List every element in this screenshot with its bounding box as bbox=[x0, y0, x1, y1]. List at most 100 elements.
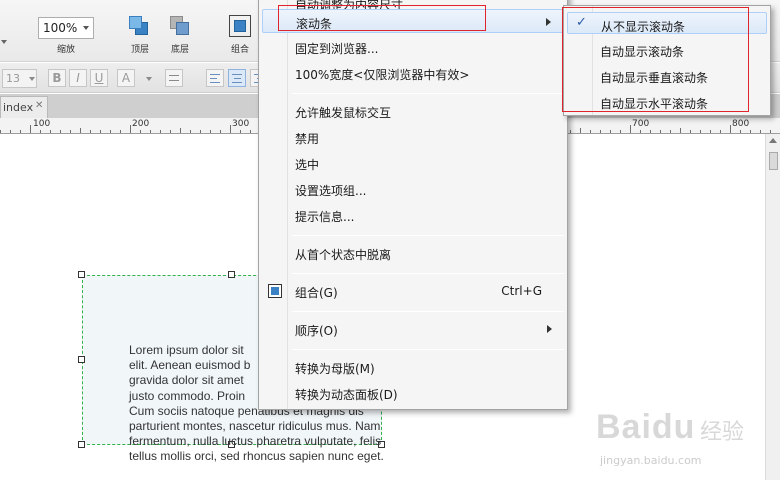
ruler-label: 200 bbox=[132, 119, 150, 129]
menu-item-option-group[interactable]: 设置选项组... bbox=[262, 177, 564, 201]
ruler-tick bbox=[20, 130, 21, 133]
ruler-tick bbox=[30, 125, 31, 133]
ruler-tick bbox=[690, 130, 691, 133]
menu-item-order[interactable]: 顺序(O) bbox=[262, 317, 564, 341]
font-size-value: 13 bbox=[6, 72, 20, 85]
close-icon[interactable]: ✕ bbox=[35, 100, 43, 111]
ruler-tick bbox=[710, 130, 711, 133]
ruler-tick bbox=[770, 130, 771, 133]
resize-handle[interactable] bbox=[78, 441, 85, 448]
resize-handle[interactable] bbox=[78, 356, 85, 363]
layer-front-square bbox=[176, 22, 189, 35]
bring-to-front-label: 顶层 bbox=[130, 45, 149, 55]
align-left-button[interactable] bbox=[206, 69, 224, 87]
context-menu: 自动调整为内容尺寸 滚动条 固定到浏览器... 100%宽度<仅限浏览器中有效>… bbox=[258, 0, 568, 410]
ruler-tick bbox=[150, 130, 151, 133]
menu-item-detach-first-state[interactable]: 从首个状态中脱离 bbox=[262, 241, 564, 265]
ruler-tick bbox=[110, 130, 111, 133]
vertical-scrollbar[interactable] bbox=[765, 134, 780, 480]
menu-item-disable[interactable]: 禁用 bbox=[262, 125, 564, 149]
menu-item-label: 从首个状态中脱离 bbox=[295, 248, 392, 262]
menu-item-label: 转换为母版(M) bbox=[295, 362, 375, 376]
ruler-tick bbox=[590, 130, 591, 133]
lorem-line: parturient montes, nascetur ridiculus mu… bbox=[129, 419, 381, 434]
menu-separator bbox=[292, 235, 564, 236]
menu-item-allow-mouse-interaction[interactable]: 允许触发鼠标交互 bbox=[262, 99, 564, 123]
ruler-tick bbox=[190, 130, 191, 133]
ruler-tick bbox=[120, 130, 121, 133]
ruler-label: 700 bbox=[632, 119, 650, 129]
ruler-tick bbox=[730, 125, 731, 133]
group-label: 组合 bbox=[230, 45, 249, 55]
bold-button[interactable]: B bbox=[48, 69, 66, 87]
ruler-tick bbox=[180, 128, 181, 133]
menu-separator bbox=[292, 93, 564, 94]
annotation-highlight-box bbox=[278, 5, 486, 31]
ruler-tick bbox=[210, 130, 211, 133]
ruler-tick bbox=[0, 130, 1, 133]
align-center-button[interactable] bbox=[228, 69, 246, 87]
zoom-select[interactable]: 100% bbox=[38, 17, 94, 39]
group-icon bbox=[234, 20, 246, 32]
menu-item-full-width[interactable]: 100%宽度<仅限浏览器中有效> bbox=[262, 61, 564, 85]
menu-item-label: 设置选项组... bbox=[295, 184, 367, 198]
menu-item-label: 组合(G) bbox=[295, 286, 338, 300]
chevron-right-icon bbox=[546, 18, 551, 26]
chevron-right-icon bbox=[547, 325, 552, 333]
menu-separator bbox=[292, 311, 564, 312]
menu-item-group[interactable]: 组合(G) Ctrl+G bbox=[262, 279, 564, 303]
menu-item-convert-to-master[interactable]: 转换为母版(M) bbox=[262, 355, 564, 379]
ruler-tick bbox=[220, 130, 221, 133]
chevron-down-icon bbox=[146, 77, 152, 81]
group-icon bbox=[268, 284, 282, 298]
bring-to-front-icon bbox=[129, 16, 142, 29]
bullet-list-button[interactable] bbox=[165, 69, 183, 87]
send-to-back-button[interactable] bbox=[169, 15, 191, 37]
ruler-tick bbox=[670, 130, 671, 133]
annotation-highlight-box bbox=[562, 7, 749, 112]
ruler-tick bbox=[40, 130, 41, 133]
menu-item-pin-to-browser[interactable]: 固定到浏览器... bbox=[262, 35, 564, 59]
ruler-tick bbox=[620, 130, 621, 133]
ruler-tick bbox=[90, 130, 91, 133]
menu-item-tooltip[interactable]: 提示信息... bbox=[262, 203, 564, 227]
ruler-tick bbox=[70, 130, 71, 133]
ruler-label: 100 bbox=[33, 119, 51, 129]
menu-item-convert-to-dynamic-panel[interactable]: 转换为动态面板(D) bbox=[262, 381, 564, 405]
ruler-tick bbox=[680, 128, 681, 133]
menu-item-selected[interactable]: 选中 bbox=[262, 151, 564, 175]
ruler-tick bbox=[650, 130, 651, 133]
shortcut-label: Ctrl+G bbox=[501, 284, 542, 298]
zoom-label: 缩放 bbox=[56, 45, 75, 55]
italic-button[interactable]: I bbox=[69, 69, 87, 87]
menu-item-label: 转换为动态面板(D) bbox=[295, 388, 398, 402]
bring-to-front-button[interactable] bbox=[128, 15, 150, 37]
ruler-tick bbox=[200, 130, 201, 133]
ruler-tick bbox=[700, 130, 701, 133]
menu-item-label: 禁用 bbox=[295, 132, 320, 146]
scroll-up-arrow-icon[interactable] bbox=[769, 138, 777, 143]
zoom-value: 100% bbox=[43, 21, 78, 35]
send-to-back-label: 底层 bbox=[170, 45, 189, 55]
ruler-tick bbox=[130, 125, 131, 133]
group-button[interactable] bbox=[229, 15, 251, 37]
ruler-tick bbox=[160, 130, 161, 133]
chevron-down-icon[interactable] bbox=[1, 40, 7, 44]
resize-handle[interactable] bbox=[78, 271, 85, 278]
chevron-down-icon bbox=[83, 26, 89, 30]
scrollbar-thumb[interactable] bbox=[769, 152, 778, 170]
ruler-tick bbox=[630, 125, 631, 133]
menu-separator bbox=[292, 349, 564, 350]
menu-item-label: 顺序(O) bbox=[295, 324, 338, 338]
ruler-tick bbox=[600, 130, 601, 133]
tab-label: index bbox=[3, 101, 34, 114]
underline-button[interactable]: U bbox=[90, 69, 108, 87]
ruler-tick bbox=[610, 130, 611, 133]
ruler-tick bbox=[660, 130, 661, 133]
font-color-button[interactable]: A bbox=[117, 69, 135, 87]
ruler-tick bbox=[570, 130, 571, 133]
ruler-tick bbox=[50, 130, 51, 133]
resize-handle[interactable] bbox=[228, 271, 235, 278]
menu-separator bbox=[292, 273, 564, 274]
tab-index[interactable]: index ✕ bbox=[0, 96, 48, 118]
